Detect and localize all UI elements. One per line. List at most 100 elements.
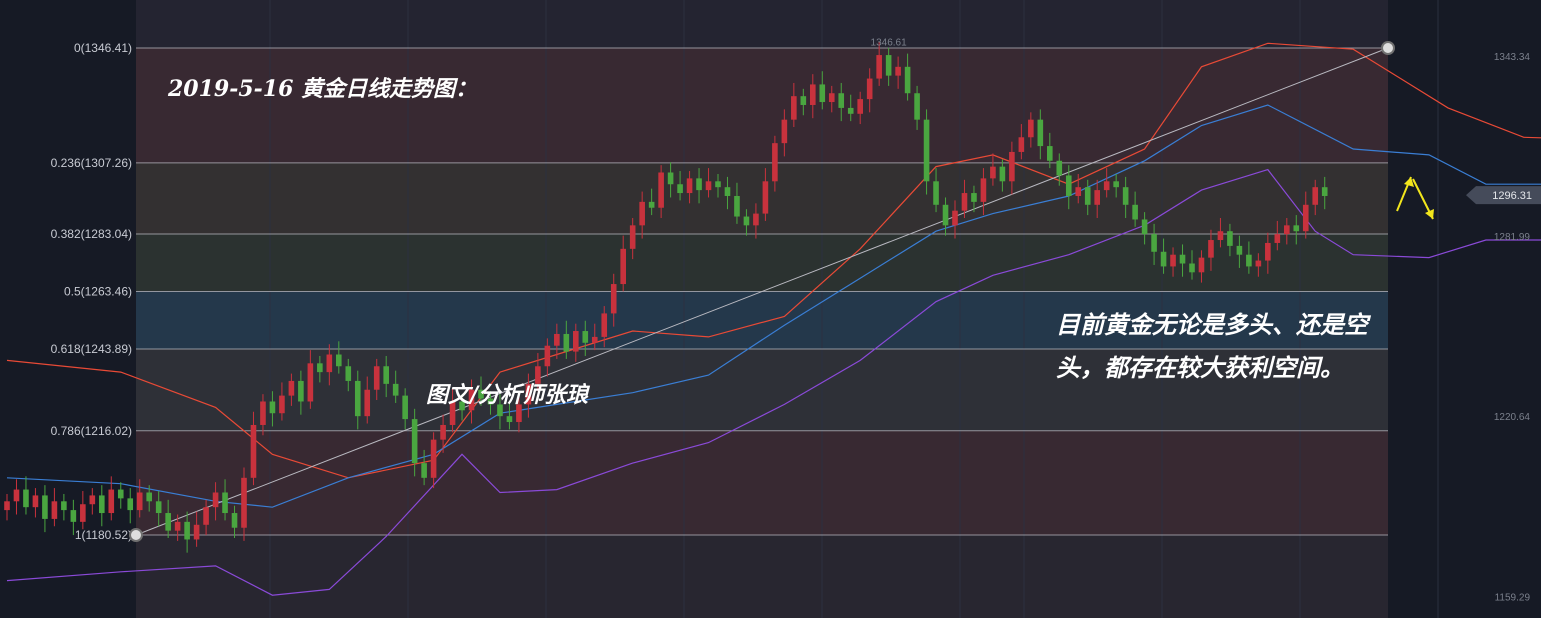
candle-body (1113, 181, 1119, 188)
fib-level-label: 1(1180.52) (75, 528, 132, 542)
candle-body (392, 383, 399, 396)
candle-body (345, 366, 352, 381)
candle-body (677, 184, 683, 194)
candle-body (819, 84, 826, 103)
candle-body (89, 495, 96, 505)
candle-body (980, 178, 987, 202)
candle-body (895, 66, 901, 76)
candle-body (336, 354, 342, 367)
trend-start-handle (129, 528, 143, 542)
candle-body (1302, 204, 1309, 232)
candle-body (1236, 245, 1243, 255)
candle-body (1141, 219, 1148, 235)
candle-body (364, 389, 371, 417)
candle-body (174, 521, 181, 531)
candle-body (1132, 204, 1138, 220)
fib-zone (136, 162, 1388, 235)
candle-body (1217, 231, 1224, 241)
fib-level-label: 0.5(1263.46) (64, 285, 132, 299)
candle-body (1265, 242, 1271, 261)
candle-body (127, 498, 134, 511)
candle-body (136, 492, 143, 511)
candle-body (971, 193, 977, 202)
candle-body (298, 380, 304, 402)
candle-body (23, 489, 29, 508)
candle-body (1284, 225, 1290, 235)
candle-body (117, 489, 124, 499)
candle-body (696, 178, 702, 191)
candle-body (402, 395, 408, 420)
candle-body (838, 93, 845, 108)
candle-body (591, 336, 598, 343)
candle-body (885, 55, 892, 76)
price-tick-label: 1343.34 (1494, 52, 1531, 63)
candle-body (373, 366, 380, 390)
trend-end-handle (1381, 41, 1395, 55)
candle-body (601, 313, 608, 337)
candle-body (1018, 137, 1025, 152)
high-marker-label: 1346.61 (871, 37, 908, 48)
fib-level-label: 0.786(1216.02) (51, 424, 132, 438)
candle-body (923, 119, 930, 182)
candle-body (440, 424, 446, 440)
candle-body (847, 107, 854, 114)
candle-body (904, 66, 911, 94)
candle-body (51, 501, 58, 519)
candle-body (146, 492, 152, 502)
candle-body (411, 419, 418, 464)
candle-body (1094, 190, 1100, 205)
candle-body (828, 93, 835, 103)
candle-body (80, 504, 86, 522)
candle-body (1198, 257, 1205, 273)
candle-body (743, 216, 750, 226)
candle-body (563, 333, 570, 352)
candle-body (1056, 160, 1063, 176)
fib-level-label: 0.618(1243.89) (51, 342, 132, 356)
candle-body (241, 477, 247, 528)
candle-body (1179, 254, 1186, 264)
candle-body (1189, 263, 1195, 273)
candle-body (1047, 146, 1053, 161)
candle-body (1274, 234, 1281, 243)
candle-body (99, 495, 105, 514)
candle-body (326, 354, 333, 373)
candle-body (800, 96, 807, 105)
candle-body (857, 99, 863, 114)
candle-body (212, 492, 219, 508)
price-tick-label: 1281.99 (1494, 232, 1531, 243)
candle-body (317, 363, 323, 373)
candle-body (961, 193, 968, 211)
candle-body (999, 166, 1006, 182)
candle-body (1037, 119, 1044, 147)
candle-body (1084, 187, 1091, 205)
candle-body (544, 345, 551, 367)
candle-body (383, 366, 389, 384)
candle-body (1028, 119, 1034, 138)
candle-body (715, 181, 721, 188)
candle-body (184, 521, 190, 540)
candle-body (4, 501, 10, 511)
candle-body (165, 513, 171, 531)
candle-body (1122, 187, 1129, 205)
candle-body (155, 501, 162, 514)
candle-body (61, 501, 67, 511)
candle-body (791, 96, 797, 120)
candle-body (13, 489, 20, 502)
candle-body (1208, 240, 1214, 258)
price-tick-label: 1220.64 (1494, 412, 1531, 423)
candle-body (231, 513, 238, 528)
candle-body (990, 166, 996, 179)
candle-body (70, 510, 77, 522)
fib-level-label: 0.236(1307.26) (51, 156, 132, 170)
candle-body (686, 178, 693, 194)
candle-body (648, 201, 655, 208)
candle-body (629, 225, 636, 249)
candle-body (203, 507, 209, 525)
candle-body (781, 119, 788, 144)
candle-body (288, 380, 295, 396)
candle-body (1151, 234, 1157, 252)
candle-body (762, 181, 769, 214)
candle-body (506, 416, 513, 423)
fib-level-label: 0(1346.41) (74, 41, 132, 55)
candle-body (269, 401, 276, 414)
